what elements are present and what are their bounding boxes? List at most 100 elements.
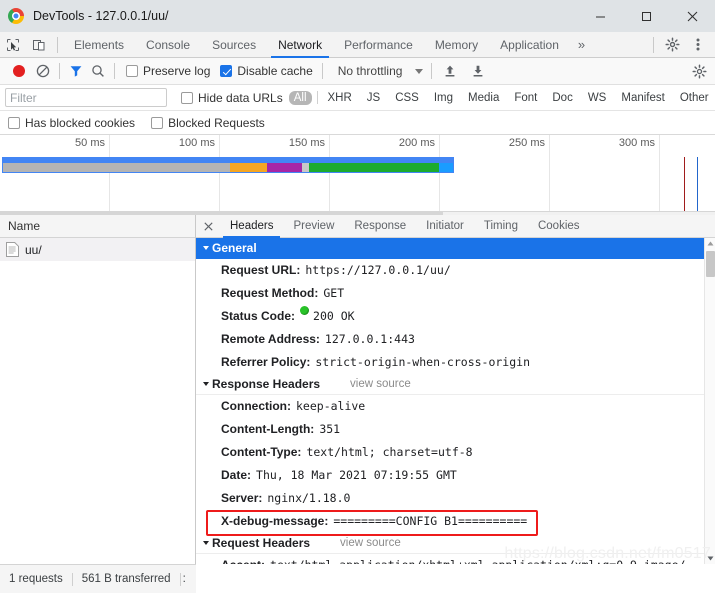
waterfall-segment-download <box>439 163 453 172</box>
type-filter-xhr[interactable]: XHR <box>323 91 357 105</box>
document-icon <box>6 242 19 257</box>
close-button[interactable] <box>669 0 715 32</box>
type-filter-css[interactable]: CSS <box>390 91 424 105</box>
header-name: Referrer Policy: <box>221 355 311 369</box>
device-toolbar-icon[interactable] <box>26 33 52 57</box>
close-details-icon[interactable] <box>196 215 220 237</box>
toolbar-divider-right <box>653 36 654 53</box>
tab-headers[interactable]: Headers <box>220 215 283 238</box>
filter-funnel-icon[interactable] <box>65 60 87 82</box>
throttling-select[interactable]: No throttling <box>338 64 424 78</box>
tab-network[interactable]: Network <box>267 32 333 58</box>
request-name: uu/ <box>25 242 42 257</box>
maximize-button[interactable] <box>623 0 669 32</box>
preserve-log-checkbox[interactable]: Preserve log <box>126 64 210 78</box>
timeline-tick-end <box>660 135 715 216</box>
has-blocked-cookies-checkbox[interactable]: Has blocked cookies <box>8 116 135 130</box>
gear-icon[interactable] <box>659 33 685 57</box>
requests-list: uu/ <box>0 238 195 564</box>
disable-cache-checkbox[interactable]: Disable cache <box>220 64 313 78</box>
tab-memory[interactable]: Memory <box>424 32 489 58</box>
type-filter-media[interactable]: Media <box>463 91 504 105</box>
tab-sources[interactable]: Sources <box>201 32 267 58</box>
blocked-requests-checkbox[interactable]: Blocked Requests <box>151 116 265 130</box>
view-source-link-request[interactable]: view source <box>340 537 401 549</box>
tab-timing[interactable]: Timing <box>474 215 528 238</box>
panel-tabs: Elements Console Sources Network Perform… <box>63 32 593 58</box>
filter-input[interactable] <box>5 88 167 107</box>
header-name: Status Code: <box>221 309 296 323</box>
network-settings-gear-icon[interactable] <box>688 60 710 82</box>
tab-console[interactable]: Console <box>135 32 201 58</box>
type-filter-divider <box>316 91 318 104</box>
type-filter-ws[interactable]: WS <box>583 91 612 105</box>
more-tabs-icon[interactable]: » <box>570 32 593 58</box>
scroll-up-icon[interactable] <box>705 238 715 249</box>
chevron-down-icon <box>203 382 209 386</box>
network-split-view: Name uu/ Headers Preview Response Initia… <box>0 215 715 564</box>
export-har-icon[interactable] <box>467 60 489 82</box>
section-general-header[interactable]: General <box>196 238 704 259</box>
requests-column-header[interactable]: Name <box>0 215 195 238</box>
tab-preview[interactable]: Preview <box>283 215 344 238</box>
type-filter-other[interactable]: Other <box>675 91 714 105</box>
header-value: =========CONFIG B1========== <box>333 514 528 528</box>
tab-performance[interactable]: Performance <box>333 32 424 58</box>
header-row-referrer-policy: Referrer Policy: strict-origin-when-cros… <box>196 351 704 374</box>
clear-button[interactable] <box>32 60 54 82</box>
filter-row: Hide data URLs All XHR JS CSS Img Media … <box>0 85 715 111</box>
record-button[interactable] <box>13 65 25 77</box>
load-event-marker <box>697 157 698 215</box>
scrollbar-thumb[interactable] <box>706 251 715 277</box>
hide-data-urls-checkbox[interactable]: Hide data URLs <box>181 91 283 105</box>
blocked-requests-box[interactable] <box>151 116 164 129</box>
section-response-headers-title: Response Headers <box>212 377 321 391</box>
type-filter-js[interactable]: JS <box>362 91 385 105</box>
type-filter-font[interactable]: Font <box>509 91 542 105</box>
import-har-icon[interactable] <box>439 60 461 82</box>
type-filter-img[interactable]: Img <box>429 91 458 105</box>
status-transferred: 561 B transferred <box>81 573 171 585</box>
section-general-rows: Request URL: https://127.0.0.1/uu/ Reque… <box>196 259 704 374</box>
headers-scroll-area: General Request URL: https://127.0.0.1/u… <box>196 238 704 564</box>
hide-data-urls-box[interactable] <box>181 91 193 104</box>
search-icon[interactable] <box>87 60 109 82</box>
type-filter-doc[interactable]: Doc <box>547 91 577 105</box>
timeline-tick-300ms: 300 ms <box>550 135 660 216</box>
header-value: 127.0.0.1:443 <box>324 332 415 346</box>
network-toolbar-actions <box>688 60 715 82</box>
headers-scrollbar[interactable] <box>704 238 715 564</box>
inspect-element-icon[interactable] <box>0 33 26 57</box>
devtools-window: DevTools - 127.0.0.1/uu/ Elements Consol… <box>0 0 715 593</box>
nettoolbar-divider-2 <box>114 63 115 79</box>
tab-initiator[interactable]: Initiator <box>416 215 474 238</box>
tab-elements[interactable]: Elements <box>63 32 135 58</box>
kebab-menu-icon[interactable] <box>685 33 711 57</box>
tab-cookies[interactable]: Cookies <box>528 215 590 238</box>
timeline-tick-200ms: 200 ms <box>330 135 440 216</box>
disable-cache-box[interactable] <box>220 65 233 77</box>
waterfall-segment-ssl <box>308 163 440 172</box>
view-source-link-response[interactable]: view source <box>350 378 411 390</box>
section-response-headers-header[interactable]: Response Headers view source <box>196 374 704 395</box>
tab-response[interactable]: Response <box>344 215 416 238</box>
network-toolbar: Preserve log Disable cache No throttling <box>0 58 715 85</box>
type-filter-all[interactable]: All <box>288 90 312 105</box>
type-filter-manifest[interactable]: Manifest <box>616 91 669 105</box>
section-request-headers-header[interactable]: Request Headers view source <box>196 533 704 554</box>
status-requests-count: 1 requests <box>9 573 63 585</box>
minimize-button[interactable] <box>577 0 623 32</box>
chevron-down-icon[interactable] <box>415 68 424 74</box>
header-row-content-type: Content-Type: text/html; charset=utf-8 <box>196 441 704 464</box>
status-resources: : <box>182 573 186 585</box>
window-titlebar: DevTools - 127.0.0.1/uu/ <box>0 0 715 32</box>
network-overview[interactable]: 50 ms 100 ms 150 ms 200 ms 250 ms 300 ms <box>0 135 715 217</box>
scroll-down-icon[interactable] <box>705 553 715 564</box>
table-row[interactable]: uu/ <box>0 238 195 261</box>
tab-application[interactable]: Application <box>489 32 570 58</box>
hide-data-urls-label: Hide data URLs <box>198 90 283 105</box>
preserve-log-label: Preserve log <box>143 64 211 78</box>
has-blocked-cookies-box[interactable] <box>8 116 20 129</box>
preserve-log-box[interactable] <box>126 65 138 77</box>
header-name: Date: <box>221 468 252 482</box>
